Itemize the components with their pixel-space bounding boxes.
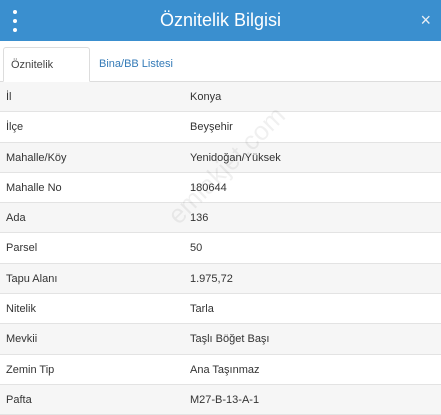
row-value: 1.975,72 (190, 272, 233, 285)
dialog-title: Öznitelik Bilgisi (159, 10, 282, 30)
row-label: İlçe (6, 121, 24, 134)
table-row: Pafta M27-B-13-A-1 (0, 384, 441, 415)
attribute-table: İl Konya İlçe Beyşehir Mahalle/Köy Yenid… (0, 82, 441, 415)
tab-bar: Öznitelik Bilgisi Bina/BB Listesi (0, 41, 441, 105)
row-value: 50 (190, 242, 203, 255)
row-value: Tarla (190, 303, 214, 316)
tab-bina-bb-listesi[interactable]: Bina/BB Listesi (92, 47, 180, 81)
row-label: Mahalle No (6, 181, 62, 194)
close-icon[interactable]: × (420, 9, 431, 31)
table-row: Mahalle No 180644 (0, 172, 441, 204)
row-value: M27-B-13-A-1 (190, 393, 260, 406)
row-value: Konya (190, 91, 222, 103)
row-value: 180644 (190, 181, 227, 194)
row-label: İl (6, 91, 12, 103)
row-label: Mevkii (6, 333, 38, 346)
row-value: Yenidoğan/Yüksek (190, 151, 281, 164)
dialog-header: Öznitelik Bilgisi × (0, 0, 441, 41)
row-value: Beyşehir (190, 121, 233, 134)
table-row: İl Konya (0, 82, 441, 113)
row-value: Taşlı Böğet Başı (190, 333, 270, 346)
tab-oznitelik-bilgisi[interactable]: Öznitelik Bilgisi (3, 47, 90, 105)
row-label: Ada (6, 212, 26, 225)
table-row: Ada 136 (0, 203, 441, 234)
table-row: Nitelik Tarla (0, 294, 441, 325)
row-value: 136 (190, 212, 209, 225)
table-row: Zemin Tip Ana Taşınmaz (0, 354, 441, 385)
table-row: Tapu Alanı 1.975,72 (0, 263, 441, 295)
row-label: Pafta (6, 393, 32, 406)
row-value: Ana Taşınmaz (190, 363, 260, 376)
table-row: Mevkii Taşlı Böğet Başı (0, 324, 441, 355)
table-row: Parsel 50 (0, 233, 441, 264)
table-row: Mahalle/Köy Yenidoğan/Yüksek (0, 142, 441, 173)
row-label: Tapu Alanı (6, 272, 58, 285)
row-label: Zemin Tip (6, 363, 55, 376)
row-label: Mahalle/Köy (6, 151, 67, 164)
row-label: Parsel (6, 242, 38, 255)
row-label: Nitelik (6, 303, 36, 316)
table-row: İlçe Beyşehir (0, 112, 441, 143)
